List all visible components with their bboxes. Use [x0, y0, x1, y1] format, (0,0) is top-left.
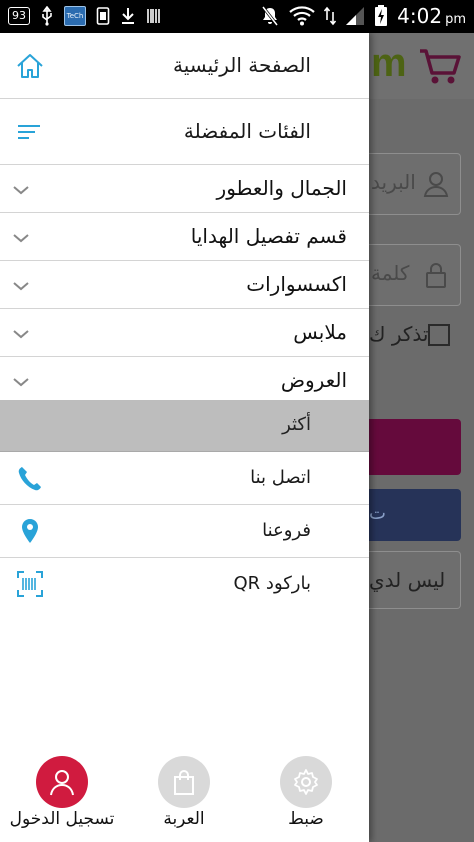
category-clothes[interactable]: ملابس [0, 309, 369, 357]
bg-password-placeholder: كلمة [371, 261, 410, 285]
navigation-drawer: الصفحة الرئيسية الفئات المفضلة الجمال وا… [0, 33, 369, 842]
status-bar: 93 TeCh 4:02 pm [0, 0, 474, 33]
lock-icon [426, 263, 446, 288]
location-pin-icon [22, 519, 38, 543]
chevron-down-icon [13, 378, 29, 387]
shopping-bag-icon [174, 770, 194, 795]
cart-circle [158, 756, 210, 808]
barcode-scan-icon [17, 571, 43, 597]
drawer-item-contact-label: اتصل بنا [250, 467, 311, 488]
bg-password-field: كلمة [369, 244, 461, 306]
login-label: تسجيل الدخول [9, 809, 115, 829]
drawer-item-branches[interactable]: فروعنا [0, 505, 369, 558]
settings-button[interactable]: ضبط [251, 753, 361, 842]
cart-icon [420, 49, 461, 84]
download-icon [122, 8, 134, 24]
drawer-item-qr-label: باركود QR [233, 573, 311, 594]
phone-icon [18, 467, 41, 491]
category-gifts-label: قسم تفصيل الهدايا [190, 224, 347, 248]
bg-register-label: ليس لدي [369, 568, 446, 592]
status-system: 4:02 pm [260, 4, 466, 28]
battery-badge: 93 [8, 7, 30, 25]
bg-facebook-button: ت [369, 489, 461, 541]
settings-label: ضبط [288, 809, 324, 829]
chevron-down-icon [13, 234, 29, 243]
bg-username-placeholder: البريد [371, 170, 416, 194]
cart-label: العربة [163, 809, 205, 829]
category-offers-label: العروض [280, 368, 347, 392]
wifi-icon [289, 6, 315, 26]
cart-button[interactable]: العربة [129, 753, 239, 842]
category-offers[interactable]: العروض [0, 357, 369, 400]
list-icon [18, 125, 40, 139]
usb-icon [42, 6, 52, 26]
user-icon [50, 770, 74, 796]
chevron-down-icon [13, 330, 29, 339]
drawer-item-home-label: الصفحة الرئيسية [173, 53, 311, 77]
bg-remember-checkbox [428, 324, 450, 346]
login-circle [36, 756, 88, 808]
bg-remember-label: تذكر ك [369, 322, 429, 346]
background-login-screen: m البريد كلمة تذكر ك ت ليس لدي [369, 33, 474, 842]
category-accessories[interactable]: اكسسوارات [0, 261, 369, 309]
more-label: أكثر [282, 414, 311, 435]
drawer-item-favorites[interactable]: الفئات المفضلة [0, 99, 369, 165]
barcode-status-icon [147, 9, 160, 23]
settings-circle [280, 756, 332, 808]
category-beauty-label: الجمال والعطور [216, 176, 347, 200]
category-clothes-label: ملابس [293, 320, 347, 344]
more-section-header: أكثر [0, 400, 369, 452]
signal-icon [346, 7, 365, 25]
chevron-down-icon [13, 186, 29, 195]
battery-charging-icon [375, 5, 388, 26]
category-accessories-label: اكسسوارات [246, 272, 347, 296]
bg-remember-me: تذكر ك [369, 322, 474, 352]
mute-icon [261, 6, 279, 26]
chevron-down-icon [13, 282, 29, 291]
drawer-item-favorites-label: الفئات المفضلة [183, 119, 311, 143]
status-notifications: 93 TeCh [8, 6, 162, 26]
data-arrows-icon [324, 6, 337, 26]
app-notification-icon: TeCh [64, 6, 86, 26]
drawer-item-qr[interactable]: باركود QR [0, 558, 369, 611]
home-icon [17, 54, 43, 78]
drawer-item-contact[interactable]: اتصل بنا [0, 452, 369, 505]
drawer-bottom-bar: ضبط العربة تسجيل الدخول [0, 753, 369, 842]
login-button[interactable]: تسجيل الدخول [7, 753, 117, 842]
bg-register-button: ليس لدي [369, 551, 461, 609]
bg-logo: m [371, 41, 407, 85]
bg-login-button [369, 419, 461, 475]
category-beauty[interactable]: الجمال والعطور [0, 165, 369, 213]
bg-username-field: البريد [369, 153, 461, 215]
clock: 4:02 pm [397, 4, 466, 28]
sim-icon [96, 7, 110, 25]
category-gifts[interactable]: قسم تفصيل الهدايا [0, 213, 369, 261]
user-icon [423, 172, 449, 197]
bg-header: m [369, 33, 474, 99]
drawer-item-branches-label: فروعنا [262, 520, 311, 541]
bg-facebook-label: ت [369, 503, 386, 524]
gear-icon [294, 769, 318, 795]
drawer-item-home[interactable]: الصفحة الرئيسية [0, 33, 369, 99]
